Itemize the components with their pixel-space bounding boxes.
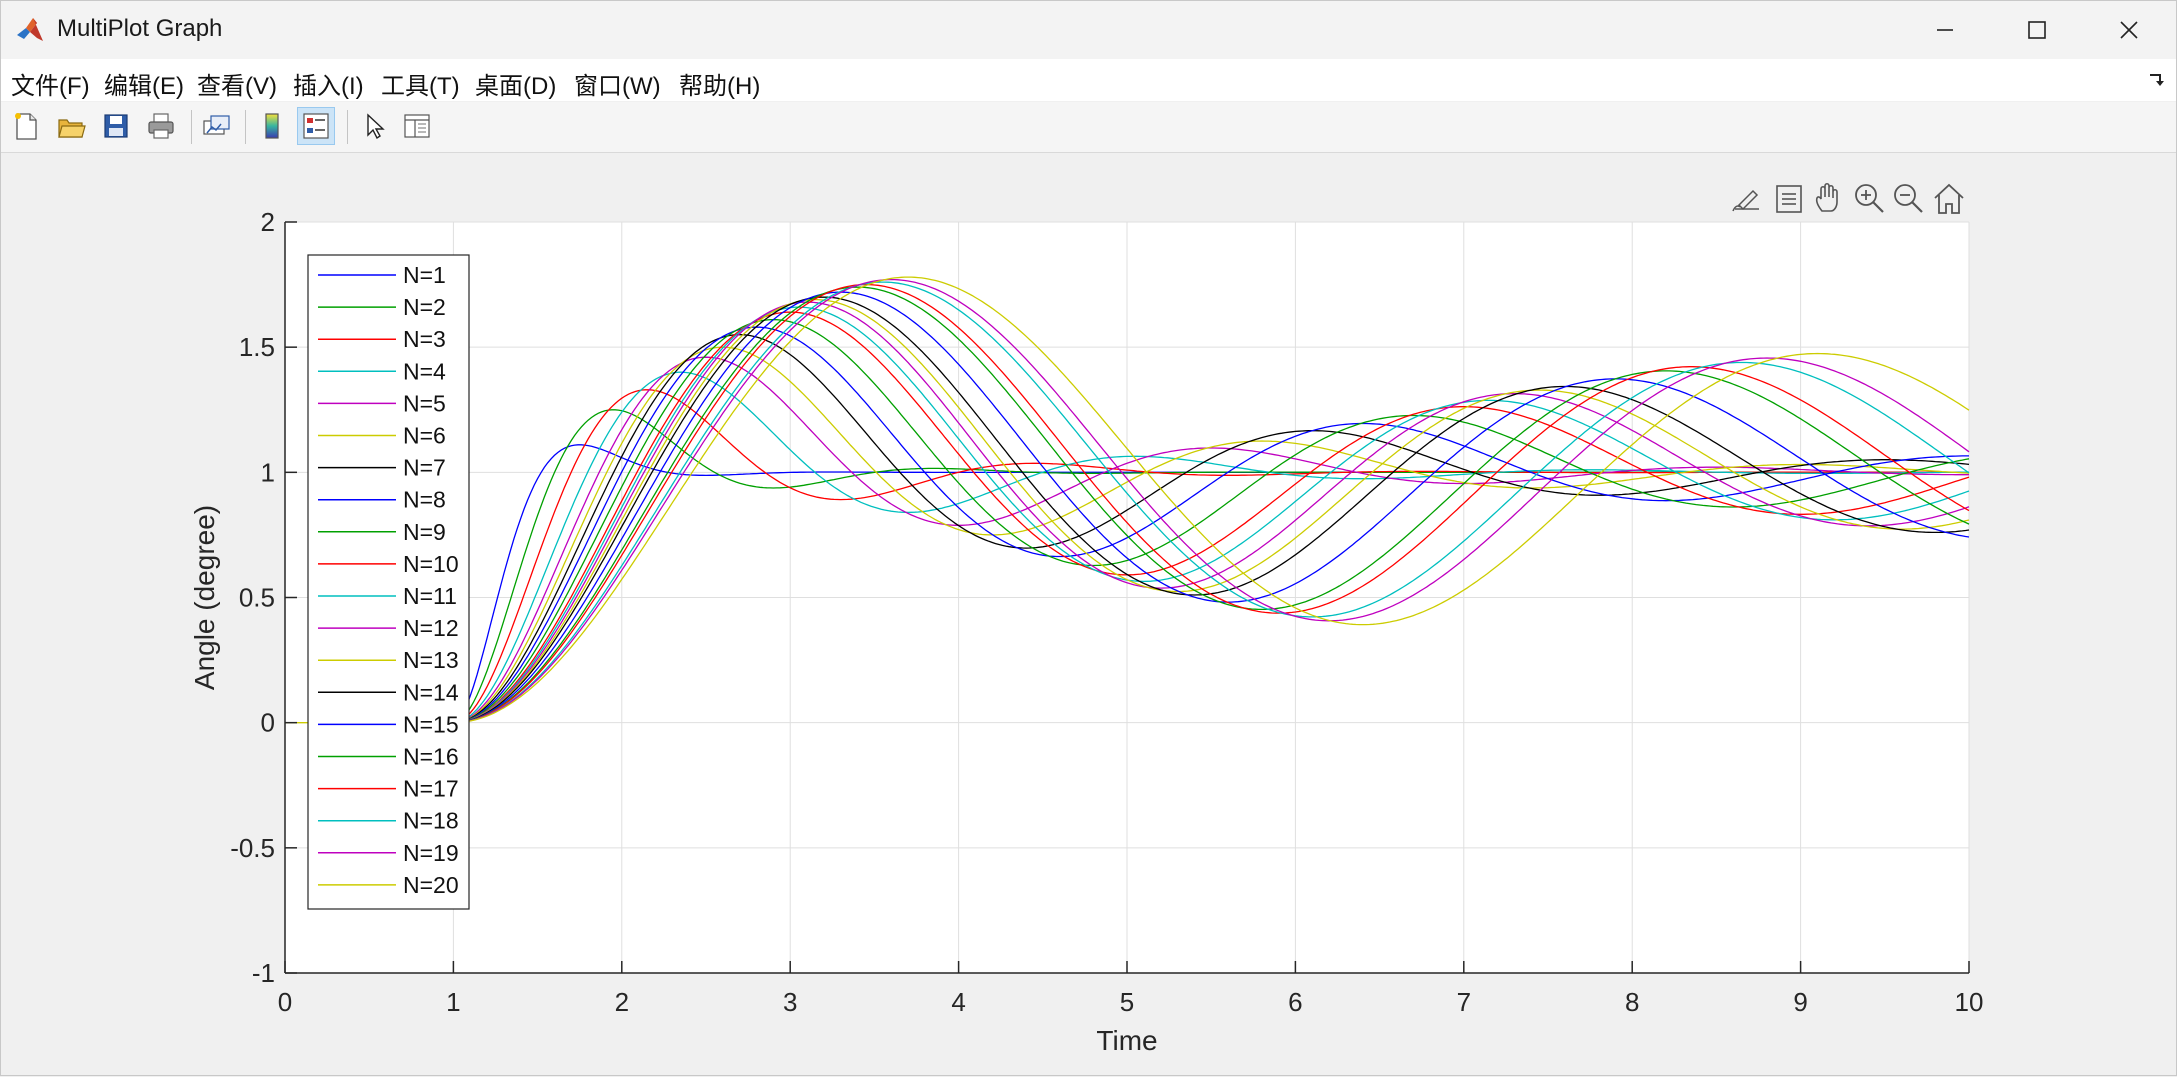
toolbar-separator	[191, 110, 192, 144]
edit-plot-button[interactable]	[355, 107, 393, 145]
legend-icon	[303, 113, 329, 139]
menu-view[interactable]: 查看(V)	[197, 66, 277, 101]
minimize-button[interactable]	[1899, 1, 1991, 59]
property-inspector-icon	[404, 114, 430, 138]
home-button[interactable]	[1931, 181, 1967, 217]
menu-window[interactable]: 窗口(W)	[574, 66, 661, 101]
print-button[interactable]	[142, 107, 180, 145]
property-inspector-button[interactable]	[398, 107, 436, 145]
link-plot-icon	[203, 115, 230, 135]
minimize-icon	[1937, 29, 1953, 31]
close-icon	[2120, 21, 2138, 39]
menu-edit[interactable]: 编辑(E)	[104, 66, 184, 101]
open-file-icon	[58, 119, 86, 138]
brush-icon	[1732, 189, 1759, 212]
home-icon	[1934, 183, 1964, 214]
maximize-icon	[2028, 21, 2046, 39]
pan-button[interactable]	[1811, 181, 1847, 217]
zoom-out-icon	[1894, 184, 1923, 213]
print-icon	[148, 113, 174, 139]
menu-insert[interactable]: 插入(I)	[293, 66, 364, 101]
figure-window: MultiPlot Graph 文件(F) 编辑(E) 查看(V) 插入(I) …	[0, 0, 2177, 1076]
legend-button[interactable]	[297, 107, 335, 145]
title-bar[interactable]: MultiPlot Graph	[1, 1, 2176, 59]
menu-tools[interactable]: 工具(T)	[381, 66, 460, 101]
window-title: MultiPlot Graph	[57, 15, 223, 42]
menu-help[interactable]: 帮助(H)	[679, 66, 760, 101]
colorbar-button[interactable]	[253, 107, 291, 145]
link-plot-button[interactable]	[198, 107, 236, 145]
save-icon	[104, 114, 128, 138]
zoom-in-button[interactable]	[1852, 181, 1888, 217]
toolbar-separator	[347, 110, 348, 144]
data-tips-button[interactable]	[1772, 181, 1808, 217]
open-file-button[interactable]	[52, 107, 90, 145]
pan-icon	[1815, 182, 1838, 212]
zoom-out-button[interactable]	[1891, 181, 1927, 217]
menu-file[interactable]: 文件(F)	[11, 66, 90, 101]
brush-button[interactable]	[1729, 181, 1765, 217]
menu-desktop[interactable]: 桌面(D)	[475, 66, 556, 101]
save-button[interactable]	[97, 107, 135, 145]
figure-toolbar	[1, 102, 2176, 153]
edit-plot-icon	[367, 113, 385, 140]
dock-arrow-icon[interactable]	[2146, 69, 2166, 94]
data-tips-icon	[1776, 185, 1802, 213]
zoom-in-icon	[1855, 184, 1884, 213]
maximize-button[interactable]	[1991, 1, 2083, 59]
colorbar-icon	[265, 113, 279, 139]
close-button[interactable]	[2083, 1, 2175, 59]
new-figure-button[interactable]	[7, 107, 45, 145]
menu-bar: 文件(F) 编辑(E) 查看(V) 插入(I) 工具(T) 桌面(D) 窗口(W…	[1, 59, 2176, 101]
toolbar-separator	[245, 110, 246, 144]
new-figure-icon	[15, 113, 37, 140]
matlab-icon	[15, 15, 45, 45]
figure-canvas	[1, 153, 2176, 1075]
